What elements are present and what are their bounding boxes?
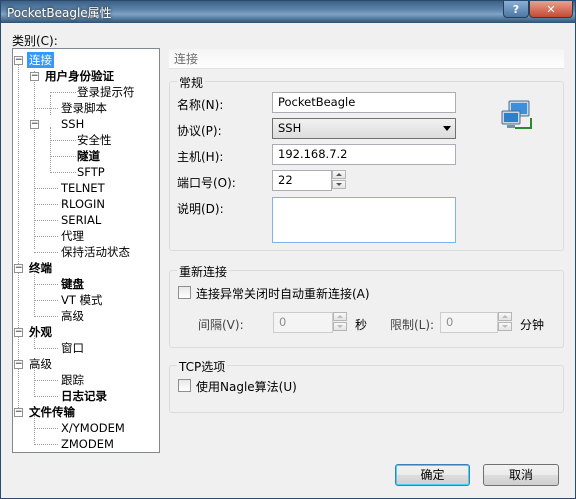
tree-item-trace[interactable]: 跟踪 <box>61 372 84 388</box>
nagle-label[interactable]: 使用Nagle算法(U) <box>196 378 297 395</box>
spin-down-icon[interactable] <box>498 322 512 331</box>
name-field[interactable]: PocketBeagle <box>272 92 456 113</box>
tree-item-login-prompts[interactable]: 登录提示符 <box>77 84 135 100</box>
help-button[interactable]: ? <box>503 1 529 18</box>
spin-up-icon[interactable] <box>332 170 346 179</box>
properties-dialog: PocketBeagle属性 ? ✕ 类别(C): − 连接 − 用户身份验证 … <box>0 0 576 499</box>
port-stepper[interactable] <box>332 170 346 189</box>
tree-item-serial[interactable]: SERIAL <box>61 212 101 228</box>
port-label: 端口号(O): <box>177 176 236 190</box>
collapse-icon[interactable]: − <box>30 72 39 81</box>
tree-item-auth[interactable]: 用户身份验证 <box>45 68 114 84</box>
ok-button[interactable]: 确定 <box>395 464 470 486</box>
tree-item-tunneling[interactable]: 隧道 <box>77 148 100 164</box>
reconnect-group-title: 重新连接 <box>177 263 230 280</box>
close-button[interactable]: ✕ <box>529 1 573 18</box>
window-title: PocketBeagle属性 <box>7 6 112 20</box>
collapse-icon[interactable]: − <box>14 264 23 273</box>
auto-reconnect-label[interactable]: 连接异常关闭时自动重新连接(A) <box>196 285 370 302</box>
collapse-icon[interactable]: − <box>30 120 39 129</box>
tree-item-proxy[interactable]: 代理 <box>61 228 84 244</box>
host-field[interactable]: 192.168.7.2 <box>272 144 456 165</box>
tree-item-advanced[interactable]: 高级 <box>29 356 52 372</box>
tree-item-keyboard[interactable]: 键盘 <box>61 276 84 292</box>
nagle-checkbox[interactable] <box>178 379 191 392</box>
title-bar[interactable]: PocketBeagle属性 ? ✕ <box>1 1 575 23</box>
section-header: 连接 <box>169 49 564 69</box>
tree-item-window[interactable]: 窗口 <box>61 340 84 356</box>
general-group-title: 常规 <box>177 74 206 91</box>
limit-stepper[interactable] <box>498 312 512 331</box>
network-icon <box>501 100 532 129</box>
protocol-label: 协议(P): <box>177 124 222 138</box>
protocol-value: SSH <box>278 121 302 135</box>
tree-item-connection[interactable]: 连接 <box>27 52 54 68</box>
host-label: 主机(H): <box>177 150 224 164</box>
collapse-icon[interactable]: − <box>14 360 23 369</box>
tree-item-terminal[interactable]: 终端 <box>29 260 52 276</box>
interval-unit: 秒 <box>355 318 368 332</box>
name-label: 名称(N): <box>177 98 224 112</box>
collapse-icon[interactable]: − <box>14 408 23 417</box>
limit-unit: 分钟 <box>520 318 545 332</box>
tree-item-xymodem[interactable]: X/YMODEM <box>61 420 125 436</box>
tree-item-telnet[interactable]: TELNET <box>61 180 105 196</box>
spin-up-icon[interactable] <box>498 312 512 321</box>
port-field[interactable]: 22 <box>272 170 332 191</box>
collapse-icon[interactable]: − <box>14 328 23 337</box>
interval-stepper[interactable] <box>333 312 347 331</box>
protocol-select[interactable]: SSH <box>272 118 456 139</box>
spin-down-icon[interactable] <box>333 322 347 331</box>
spin-up-icon[interactable] <box>333 312 347 321</box>
tree-item-terminal-advanced[interactable]: 高级 <box>61 308 84 324</box>
interval-field[interactable]: 0 <box>273 312 333 333</box>
tree-item-file-transfer[interactable]: 文件传输 <box>29 404 75 420</box>
tree-item-security[interactable]: 安全性 <box>77 132 112 148</box>
auto-reconnect-checkbox[interactable] <box>178 286 191 299</box>
reconnect-group <box>169 270 564 348</box>
tree-item-vt-mode[interactable]: VT 模式 <box>61 292 103 308</box>
description-label: 说明(D): <box>177 202 224 216</box>
tree-item-login-script[interactable]: 登录脚本 <box>61 100 107 116</box>
tree-item-logging[interactable]: 日志记录 <box>61 388 107 404</box>
collapse-icon[interactable]: − <box>14 56 23 65</box>
chevron-down-icon <box>443 126 451 131</box>
tree-item-keepalive[interactable]: 保持活动状态 <box>61 244 130 260</box>
tree-item-ssh[interactable]: SSH <box>61 116 84 132</box>
tree-item-appearance[interactable]: 外观 <box>29 324 52 340</box>
limit-field[interactable]: 0 <box>440 312 498 333</box>
cancel-button[interactable]: 取消 <box>483 464 559 486</box>
category-label: 类别(C): <box>12 34 58 48</box>
limit-label: 限制(L): <box>390 318 435 332</box>
tree-item-sftp[interactable]: SFTP <box>77 164 105 180</box>
interval-label: 间隔(V): <box>198 318 244 332</box>
tree-item-zmodem[interactable]: ZMODEM <box>61 436 114 452</box>
description-field[interactable] <box>272 197 456 243</box>
spin-down-icon[interactable] <box>332 180 346 189</box>
tree-item-rlogin[interactable]: RLOGIN <box>61 196 105 212</box>
tcp-group-title: TCP选项 <box>177 358 228 375</box>
category-tree[interactable]: − 连接 − 用户身份验证 登录提示符 登录脚本 − SSH 安全性 隧道 SF… <box>12 48 160 453</box>
